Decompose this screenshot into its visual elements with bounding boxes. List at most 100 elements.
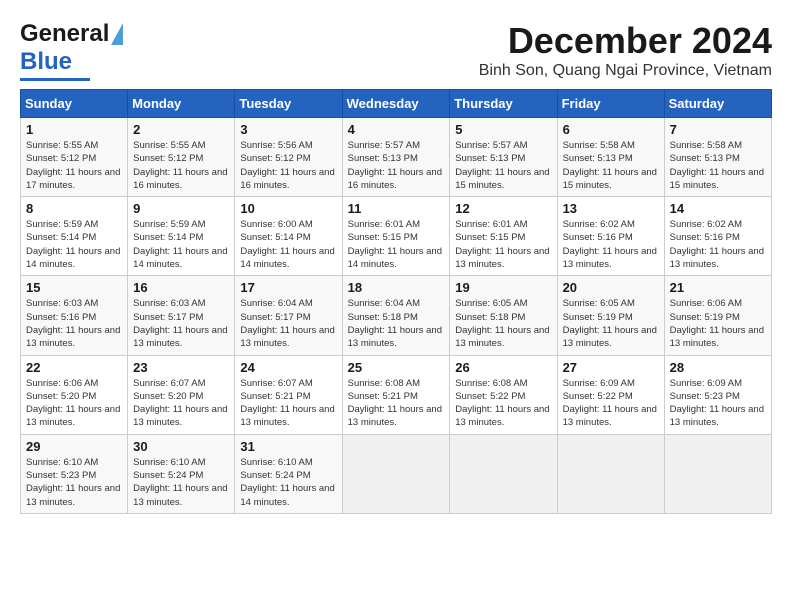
day-info: Sunrise: 6:05 AMSunset: 5:19 PMDaylight:… — [563, 297, 659, 350]
calendar-cell: 31 Sunrise: 6:10 AMSunset: 5:24 PMDayligh… — [235, 434, 342, 513]
calendar-cell: 3Sunrise: 5:56 AMSunset: 5:12 PMDaylight… — [235, 118, 342, 197]
calendar-cell: 7 Sunrise: 5:58 AMSunset: 5:13 PMDaylight… — [664, 118, 771, 197]
day-number: 21 — [670, 280, 766, 295]
weekday-header-cell: Sunday — [21, 90, 128, 118]
day-number: 8 — [26, 201, 122, 216]
day-info: Sunrise: 6:02 AMSunset: 5:16 PMDaylight:… — [670, 218, 766, 271]
day-number: 29 — [26, 439, 122, 454]
day-number: 17 — [240, 280, 336, 295]
logo-underline — [20, 78, 90, 81]
day-info: Sunrise: 5:57 AMSunset: 5:13 PMDaylight:… — [348, 139, 445, 192]
calendar-cell — [664, 434, 771, 513]
day-info: Sunrise: 6:10 AMSunset: 5:24 PMDaylight:… — [133, 456, 229, 509]
day-number: 26 — [455, 360, 551, 375]
day-number: 7 — [670, 122, 766, 137]
calendar-cell: 30 Sunrise: 6:10 AMSunset: 5:24 PMDayligh… — [128, 434, 235, 513]
calendar-cell: 8 Sunrise: 5:59 AMSunset: 5:14 PMDaylight… — [21, 197, 128, 276]
calendar-cell: 27 Sunrise: 6:09 AMSunset: 5:22 PMDayligh… — [557, 355, 664, 434]
day-number: 14 — [670, 201, 766, 216]
day-info: Sunrise: 6:08 AMSunset: 5:21 PMDaylight:… — [348, 377, 445, 430]
day-number: 19 — [455, 280, 551, 295]
calendar-cell: 14 Sunrise: 6:02 AMSunset: 5:16 PMDayligh… — [664, 197, 771, 276]
calendar-cell: 13 Sunrise: 6:02 AMSunset: 5:16 PMDayligh… — [557, 197, 664, 276]
day-info: Sunrise: 5:58 AMSunset: 5:13 PMDaylight:… — [563, 139, 659, 192]
calendar-cell: 5Sunrise: 5:57 AMSunset: 5:13 PMDaylight… — [450, 118, 557, 197]
day-number: 31 — [240, 439, 336, 454]
calendar-cell: 22 Sunrise: 6:06 AMSunset: 5:20 PMDayligh… — [21, 355, 128, 434]
day-number: 6 — [563, 122, 659, 137]
calendar-cell: 17 Sunrise: 6:04 AMSunset: 5:17 PMDayligh… — [235, 276, 342, 355]
calendar-cell: 15Sunrise: 6:03 AMSunset: 5:16 PMDayligh… — [21, 276, 128, 355]
day-number: 12 — [455, 201, 551, 216]
calendar-week-row: 22 Sunrise: 6:06 AMSunset: 5:20 PMDayligh… — [21, 355, 772, 434]
calendar-week-row: 8 Sunrise: 5:59 AMSunset: 5:14 PMDaylight… — [21, 197, 772, 276]
calendar-week-row: 1 Sunrise: 5:55 AMSunset: 5:12 PMDaylight… — [21, 118, 772, 197]
calendar-cell: 4Sunrise: 5:57 AMSunset: 5:13 PMDaylight… — [342, 118, 450, 197]
weekday-header-cell: Monday — [128, 90, 235, 118]
day-number: 20 — [563, 280, 659, 295]
day-number: 22 — [26, 360, 122, 375]
header: General Blue December 2024 Binh Son, Qua… — [20, 20, 772, 81]
day-info: Sunrise: 6:10 AMSunset: 5:24 PMDaylight:… — [240, 456, 336, 509]
day-number: 1 — [26, 122, 122, 137]
weekday-header-cell: Friday — [557, 90, 664, 118]
day-info: Sunrise: 6:01 AMSunset: 5:15 PMDaylight:… — [455, 218, 551, 271]
calendar-body: 1 Sunrise: 5:55 AMSunset: 5:12 PMDaylight… — [21, 118, 772, 514]
calendar-cell: 20 Sunrise: 6:05 AMSunset: 5:19 PMDayligh… — [557, 276, 664, 355]
day-info: Sunrise: 6:02 AMSunset: 5:16 PMDaylight:… — [563, 218, 659, 271]
logo-blue: Blue — [20, 48, 72, 76]
day-info: Sunrise: 6:06 AMSunset: 5:20 PMDaylight:… — [26, 377, 122, 430]
weekday-header-cell: Tuesday — [235, 90, 342, 118]
logo-general: General — [20, 20, 109, 48]
day-info: Sunrise: 5:55 AMSunset: 5:12 PMDaylight:… — [133, 139, 229, 192]
calendar-cell: 21Sunrise: 6:06 AMSunset: 5:19 PMDayligh… — [664, 276, 771, 355]
weekday-header-cell: Wednesday — [342, 90, 450, 118]
day-number: 23 — [133, 360, 229, 375]
day-number: 13 — [563, 201, 659, 216]
day-info: Sunrise: 5:55 AMSunset: 5:12 PMDaylight:… — [26, 139, 122, 192]
calendar-cell: 28 Sunrise: 6:09 AMSunset: 5:23 PMDayligh… — [664, 355, 771, 434]
calendar-cell: 16 Sunrise: 6:03 AMSunset: 5:17 PMDayligh… — [128, 276, 235, 355]
weekday-header-cell: Thursday — [450, 90, 557, 118]
day-info: Sunrise: 6:07 AMSunset: 5:21 PMDaylight:… — [240, 377, 336, 430]
day-number: 30 — [133, 439, 229, 454]
logo-arrow-icon — [111, 23, 123, 45]
day-info: Sunrise: 6:10 AMSunset: 5:23 PMDaylight:… — [26, 456, 122, 509]
logo: General Blue — [20, 20, 123, 81]
calendar-cell — [342, 434, 450, 513]
day-number: 9 — [133, 201, 229, 216]
calendar-cell: 11 Sunrise: 6:01 AMSunset: 5:15 PMDayligh… — [342, 197, 450, 276]
calendar-week-row: 29 Sunrise: 6:10 AMSunset: 5:23 PMDayligh… — [21, 434, 772, 513]
calendar-cell: 18Sunrise: 6:04 AMSunset: 5:18 PMDayligh… — [342, 276, 450, 355]
calendar-cell: 19 Sunrise: 6:05 AMSunset: 5:18 PMDayligh… — [450, 276, 557, 355]
day-info: Sunrise: 5:58 AMSunset: 5:13 PMDaylight:… — [670, 139, 766, 192]
day-info: Sunrise: 6:01 AMSunset: 5:15 PMDaylight:… — [348, 218, 445, 271]
calendar-cell: 2Sunrise: 5:55 AMSunset: 5:12 PMDaylight… — [128, 118, 235, 197]
day-number: 11 — [348, 201, 445, 216]
day-info: Sunrise: 6:00 AMSunset: 5:14 PMDaylight:… — [240, 218, 336, 271]
day-info: Sunrise: 6:05 AMSunset: 5:18 PMDaylight:… — [455, 297, 551, 350]
day-number: 18 — [348, 280, 445, 295]
day-info: Sunrise: 6:03 AMSunset: 5:16 PMDaylight:… — [26, 297, 122, 350]
calendar-week-row: 15Sunrise: 6:03 AMSunset: 5:16 PMDayligh… — [21, 276, 772, 355]
weekday-header-cell: Saturday — [664, 90, 771, 118]
day-info: Sunrise: 6:09 AMSunset: 5:22 PMDaylight:… — [563, 377, 659, 430]
calendar-cell — [557, 434, 664, 513]
day-number: 24 — [240, 360, 336, 375]
calendar-cell: 1 Sunrise: 5:55 AMSunset: 5:12 PMDaylight… — [21, 118, 128, 197]
calendar-table: SundayMondayTuesdayWednesdayThursdayFrid… — [20, 89, 772, 514]
calendar-cell: 10Sunrise: 6:00 AMSunset: 5:14 PMDayligh… — [235, 197, 342, 276]
day-info: Sunrise: 6:03 AMSunset: 5:17 PMDaylight:… — [133, 297, 229, 350]
day-info: Sunrise: 6:04 AMSunset: 5:17 PMDaylight:… — [240, 297, 336, 350]
calendar-cell — [450, 434, 557, 513]
day-number: 16 — [133, 280, 229, 295]
month-title: December 2024 — [479, 20, 772, 62]
day-info: Sunrise: 5:56 AMSunset: 5:12 PMDaylight:… — [240, 139, 336, 192]
day-info: Sunrise: 5:59 AMSunset: 5:14 PMDaylight:… — [26, 218, 122, 271]
day-number: 25 — [348, 360, 445, 375]
day-number: 28 — [670, 360, 766, 375]
calendar-cell: 24 Sunrise: 6:07 AMSunset: 5:21 PMDayligh… — [235, 355, 342, 434]
calendar-cell: 6 Sunrise: 5:58 AMSunset: 5:13 PMDaylight… — [557, 118, 664, 197]
day-number: 27 — [563, 360, 659, 375]
day-info: Sunrise: 6:09 AMSunset: 5:23 PMDaylight:… — [670, 377, 766, 430]
